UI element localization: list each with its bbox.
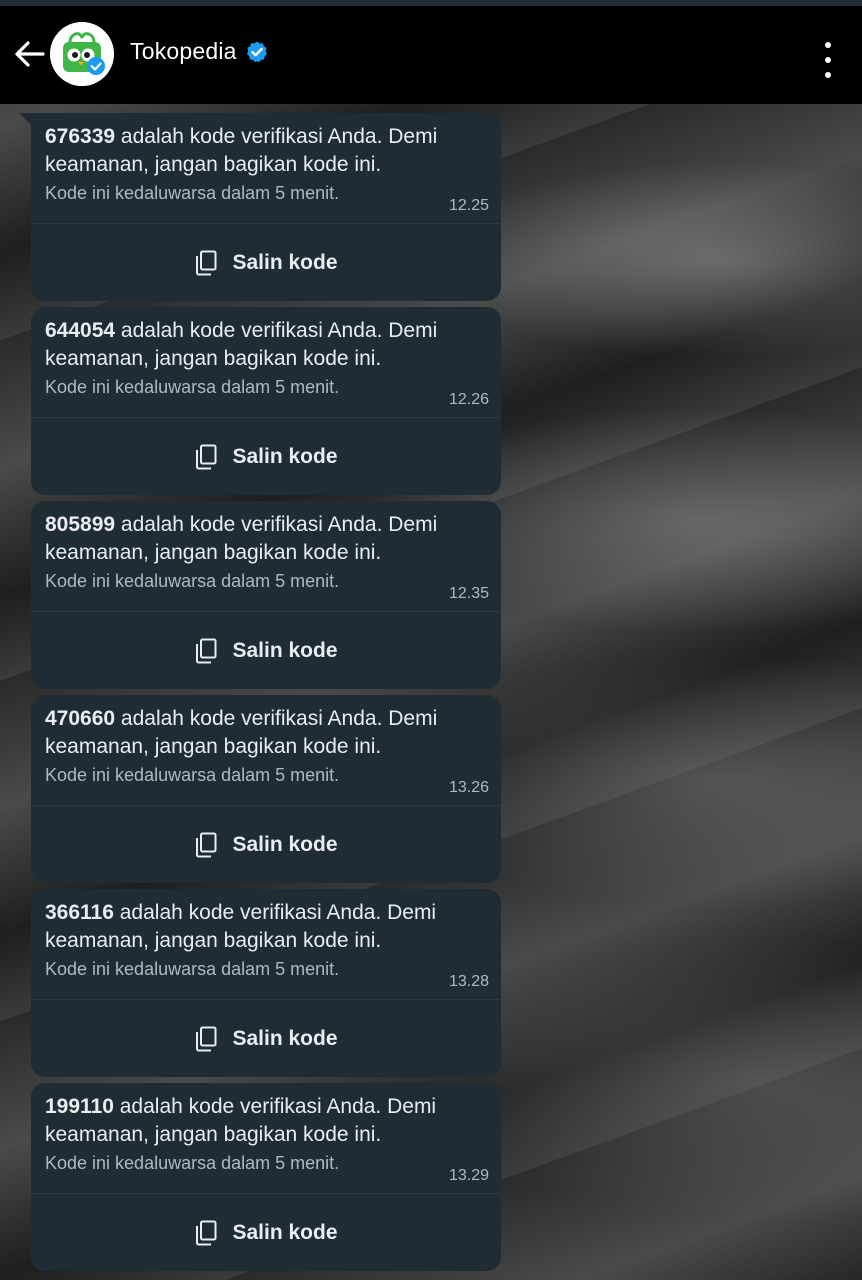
copy-code-label: Salin kode: [232, 444, 338, 468]
message-list: 676339 adalah kode verifikasi Anda. Demi…: [0, 104, 862, 1280]
verification-code[interactable]: 199110: [45, 1095, 114, 1118]
message-time: 12.35: [448, 585, 489, 602]
copy-code-label: Salin kode: [232, 832, 338, 856]
copy-code-button[interactable]: Salin kode: [31, 224, 501, 301]
message-text: 805899 adalah kode verifikasi Anda. Demi…: [45, 513, 438, 564]
copy-icon: [196, 444, 217, 469]
copy-icon: [196, 1026, 217, 1051]
expiry-note: Kode ini kedaluwarsa dalam 5 menit.: [45, 1153, 340, 1173]
back-button[interactable]: [10, 32, 50, 76]
expiry-note: Kode ini kedaluwarsa dalam 5 menit.: [45, 765, 340, 785]
more-vertical-icon: [825, 42, 831, 48]
arrow-left-icon: [15, 41, 45, 67]
copy-code-button[interactable]: Salin kode: [31, 1194, 501, 1271]
bubble-tail: [19, 113, 33, 127]
expiry-note: Kode ini kedaluwarsa dalam 5 menit.: [45, 183, 340, 203]
message-bubble: 470660 adalah kode verifikasi Anda. Demi…: [31, 695, 501, 883]
message-time: 12.25: [448, 197, 489, 214]
copy-code-label: Salin kode: [232, 1026, 338, 1050]
copy-code-label: Salin kode: [232, 638, 338, 662]
copy-icon: [196, 250, 217, 275]
verification-code[interactable]: 366116: [45, 901, 114, 924]
copy-code-label: Salin kode: [232, 1220, 338, 1244]
message-bubble: 805899 adalah kode verifikasi Anda. Demi…: [31, 501, 501, 689]
message-text: 199110 adalah kode verifikasi Anda. Demi…: [45, 1095, 437, 1146]
copy-icon: [196, 832, 217, 857]
verified-badge-icon: [246, 41, 267, 62]
tokopedia-logo-icon: [50, 22, 114, 86]
verification-code[interactable]: 805899: [45, 513, 115, 536]
message-bubble: 366116 adalah kode verifikasi Anda. Demi…: [31, 889, 501, 1077]
copy-code-label: Salin kode: [232, 250, 338, 274]
message-bubble: 199110 adalah kode verifikasi Anda. Demi…: [31, 1083, 501, 1271]
copy-code-button[interactable]: Salin kode: [31, 418, 501, 495]
contact-title[interactable]: Tokopedia: [130, 38, 269, 65]
message-bubble: 644054 adalah kode verifikasi Anda. Demi…: [31, 307, 501, 495]
copy-code-button[interactable]: Salin kode: [31, 806, 501, 883]
message-text: 644054 adalah kode verifikasi Anda. Demi…: [45, 319, 438, 370]
message-bubble: 676339 adalah kode verifikasi Anda. Demi…: [19, 113, 501, 301]
verification-code[interactable]: 470660: [45, 707, 115, 730]
message-text: 676339 adalah kode verifikasi Anda. Demi…: [45, 125, 438, 176]
expiry-note: Kode ini kedaluwarsa dalam 5 menit.: [45, 959, 340, 979]
avatar[interactable]: [50, 22, 114, 86]
chat-header: Tokopedia: [0, 0, 862, 104]
message-text: 366116 adalah kode verifikasi Anda. Demi…: [45, 901, 437, 952]
copy-code-button[interactable]: Salin kode: [31, 1000, 501, 1077]
copy-code-button[interactable]: Salin kode: [31, 612, 501, 689]
expiry-note: Kode ini kedaluwarsa dalam 5 menit.: [45, 377, 340, 397]
message-time: 13.29: [448, 1167, 489, 1184]
message-time: 13.28: [448, 973, 489, 990]
verification-code[interactable]: 644054: [45, 319, 115, 342]
expiry-note: Kode ini kedaluwarsa dalam 5 menit.: [45, 571, 340, 591]
message-time: 12.26: [448, 391, 489, 408]
copy-icon: [196, 1220, 217, 1245]
copy-icon: [196, 638, 217, 663]
message-time: 13.26: [448, 779, 489, 796]
more-options-button[interactable]: [818, 42, 838, 78]
message-text: 470660 adalah kode verifikasi Anda. Demi…: [45, 707, 438, 758]
verification-code[interactable]: 676339: [45, 125, 115, 148]
contact-name: Tokopedia: [130, 38, 237, 64]
